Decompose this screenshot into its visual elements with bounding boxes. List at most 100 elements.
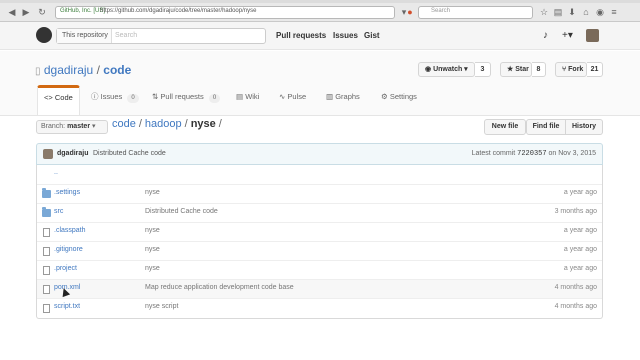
file-commit-message[interactable]: Distributed Cache code — [145, 208, 218, 215]
file-icon — [43, 228, 50, 237]
tab-wiki[interactable]: ▤ Wiki — [236, 87, 259, 115]
github-logo-icon[interactable] — [36, 27, 52, 43]
breadcrumb-current: nyse — [190, 118, 216, 130]
file-commit-message[interactable]: nyse — [145, 227, 160, 234]
watchers-count[interactable]: 3 — [475, 62, 491, 77]
browser-search-field[interactable]: Search — [418, 6, 533, 19]
tab-graphs[interactable]: ▥ Graphs — [326, 87, 360, 115]
file-commit-message[interactable]: nyse script — [145, 303, 178, 310]
file-commit-message[interactable]: nyse — [145, 189, 160, 196]
tab-wiki-label: Wiki — [245, 92, 260, 101]
commit-author[interactable]: dgadiraju — [57, 150, 89, 157]
file-name[interactable]: .classpath — [54, 227, 86, 234]
menu-icon[interactable]: ≡ — [608, 6, 620, 18]
file-name[interactable]: src — [54, 208, 63, 215]
tab-pull-requests-label: Pull requests — [160, 92, 204, 101]
repo-search-box[interactable]: This repository Search — [56, 28, 266, 44]
breadcrumb-separator: / — [138, 118, 142, 130]
file-table: .. .settings nyse a year ago src Distrib… — [36, 165, 603, 319]
file-age: a year ago — [563, 246, 597, 253]
bell-icon[interactable]: ♪ — [543, 30, 548, 41]
back-icon[interactable]: ◀ — [6, 6, 18, 18]
tab-pulse[interactable]: ∿ Pulse — [279, 87, 306, 115]
commit-sha[interactable]: 7220357 — [517, 150, 546, 158]
folder-icon — [42, 188, 51, 198]
reading-list-icon[interactable]: ▤ — [552, 6, 564, 18]
history-button[interactable]: History — [566, 119, 603, 135]
tab-code[interactable]: <> Code — [37, 85, 80, 115]
repo-title-separator: / — [96, 63, 100, 77]
stars-count[interactable]: 8 — [532, 62, 546, 77]
file-age: 4 months ago — [554, 284, 597, 291]
pocket-icon[interactable]: ◉ — [594, 6, 606, 18]
table-row[interactable]: pom.xml Map reduce application developme… — [37, 279, 602, 298]
nav-pull-requests[interactable]: Pull requests — [276, 31, 326, 40]
file-icon — [43, 285, 50, 294]
file-name[interactable]: script.txt — [54, 303, 80, 310]
browser-extension-icon[interactable]: ● — [404, 6, 416, 18]
branch-name: master — [67, 123, 91, 130]
file-age: 3 months ago — [554, 208, 597, 215]
folder-icon — [42, 207, 51, 217]
commit-author-avatar[interactable] — [43, 149, 53, 159]
branch-select-button[interactable]: Branch: master ▾ — [36, 120, 108, 134]
file-name[interactable]: .settings — [54, 189, 80, 196]
file-name[interactable]: .gitignore — [54, 246, 83, 253]
commit-message[interactable]: Distributed Cache code — [93, 150, 166, 157]
file-name[interactable]: .project — [54, 265, 77, 272]
table-row[interactable]: .. — [37, 165, 602, 184]
star-button[interactable]: ★ Star — [500, 62, 532, 77]
browser-search-placeholder: Search — [431, 8, 451, 14]
table-row[interactable]: script.txt nyse script 4 months ago — [37, 298, 602, 317]
repo-owner-link[interactable]: dgadiraju — [44, 63, 93, 77]
parent-dir-link[interactable]: .. — [54, 169, 58, 176]
file-icon — [43, 304, 50, 313]
breadcrumb-trailing-slash: / — [218, 118, 222, 130]
download-icon[interactable]: ⬇ — [566, 6, 578, 18]
new-file-button[interactable]: New file — [484, 119, 526, 135]
table-row[interactable]: .classpath nyse a year ago — [37, 222, 602, 241]
table-row[interactable]: .settings nyse a year ago — [37, 184, 602, 203]
repo-head: ▯ dgadiraju / code ◉ Unwatch ▾ 3 ★ Star … — [0, 51, 640, 116]
site-identity: GitHub, Inc. [US] — [60, 8, 106, 14]
tab-code-label: Code — [54, 93, 73, 102]
url-text: https://github.com/dgadiraju/code/tree/m… — [100, 8, 257, 14]
forward-icon[interactable]: ▶ — [20, 6, 32, 18]
code-icon: <> — [44, 93, 53, 102]
url-field[interactable]: GitHub, Inc. [US] https://github.com/dga… — [55, 6, 395, 19]
table-row[interactable]: src Distributed Cache code 3 months ago — [37, 203, 602, 222]
file-commit-message[interactable]: Map reduce application development code … — [145, 284, 294, 291]
browser-toolbar: ◀ ▶ ↻ GitHub, Inc. [US] https://github.c… — [0, 0, 640, 22]
plus-icon[interactable]: +▾ — [562, 30, 573, 41]
nav-issues[interactable]: Issues — [333, 31, 358, 40]
tab-pull-requests[interactable]: ⇅ Pull requests 0 — [152, 87, 221, 115]
search-scope-label: This repository — [57, 29, 112, 43]
reload-icon[interactable]: ↻ — [36, 6, 48, 18]
nav-gist[interactable]: Gist — [364, 31, 380, 40]
avatar[interactable] — [586, 29, 599, 42]
search-input[interactable]: Search — [115, 29, 260, 43]
table-row[interactable]: .gitignore nyse a year ago — [37, 241, 602, 260]
repo-name-link[interactable]: code — [103, 63, 131, 77]
breadcrumb-repo[interactable]: code — [112, 118, 136, 130]
find-file-button[interactable]: Find file — [526, 119, 566, 135]
bookmark-star-icon[interactable]: ☆ — [538, 6, 550, 18]
tab-settings[interactable]: ⚙ Settings — [381, 87, 417, 115]
breadcrumb-hadoop[interactable]: hadoop — [145, 118, 182, 130]
star-label: Star — [515, 66, 529, 73]
gear-icon: ⚙ — [381, 92, 388, 101]
unwatch-button[interactable]: ◉ Unwatch ▾ — [418, 62, 475, 77]
forks-count[interactable]: 21 — [587, 62, 603, 77]
file-commit-message[interactable]: nyse — [145, 246, 160, 253]
file-commit-message[interactable]: nyse — [145, 265, 160, 272]
file-age: a year ago — [563, 189, 597, 196]
tab-issues[interactable]: ⓘ Issues 0 — [91, 87, 139, 115]
tab-issues-count: 0 — [127, 94, 139, 103]
unwatch-label: Unwatch ▾ — [433, 66, 468, 73]
table-row[interactable]: .project nyse a year ago — [37, 260, 602, 279]
fork-button[interactable]: ⑂ Fork — [555, 62, 587, 77]
commit-date: on Nov 3, 2015 — [548, 150, 596, 157]
fork-icon: ⑂ — [562, 66, 567, 73]
home-icon[interactable]: ⌂ — [580, 6, 592, 18]
breadcrumb-separator: / — [184, 118, 188, 130]
